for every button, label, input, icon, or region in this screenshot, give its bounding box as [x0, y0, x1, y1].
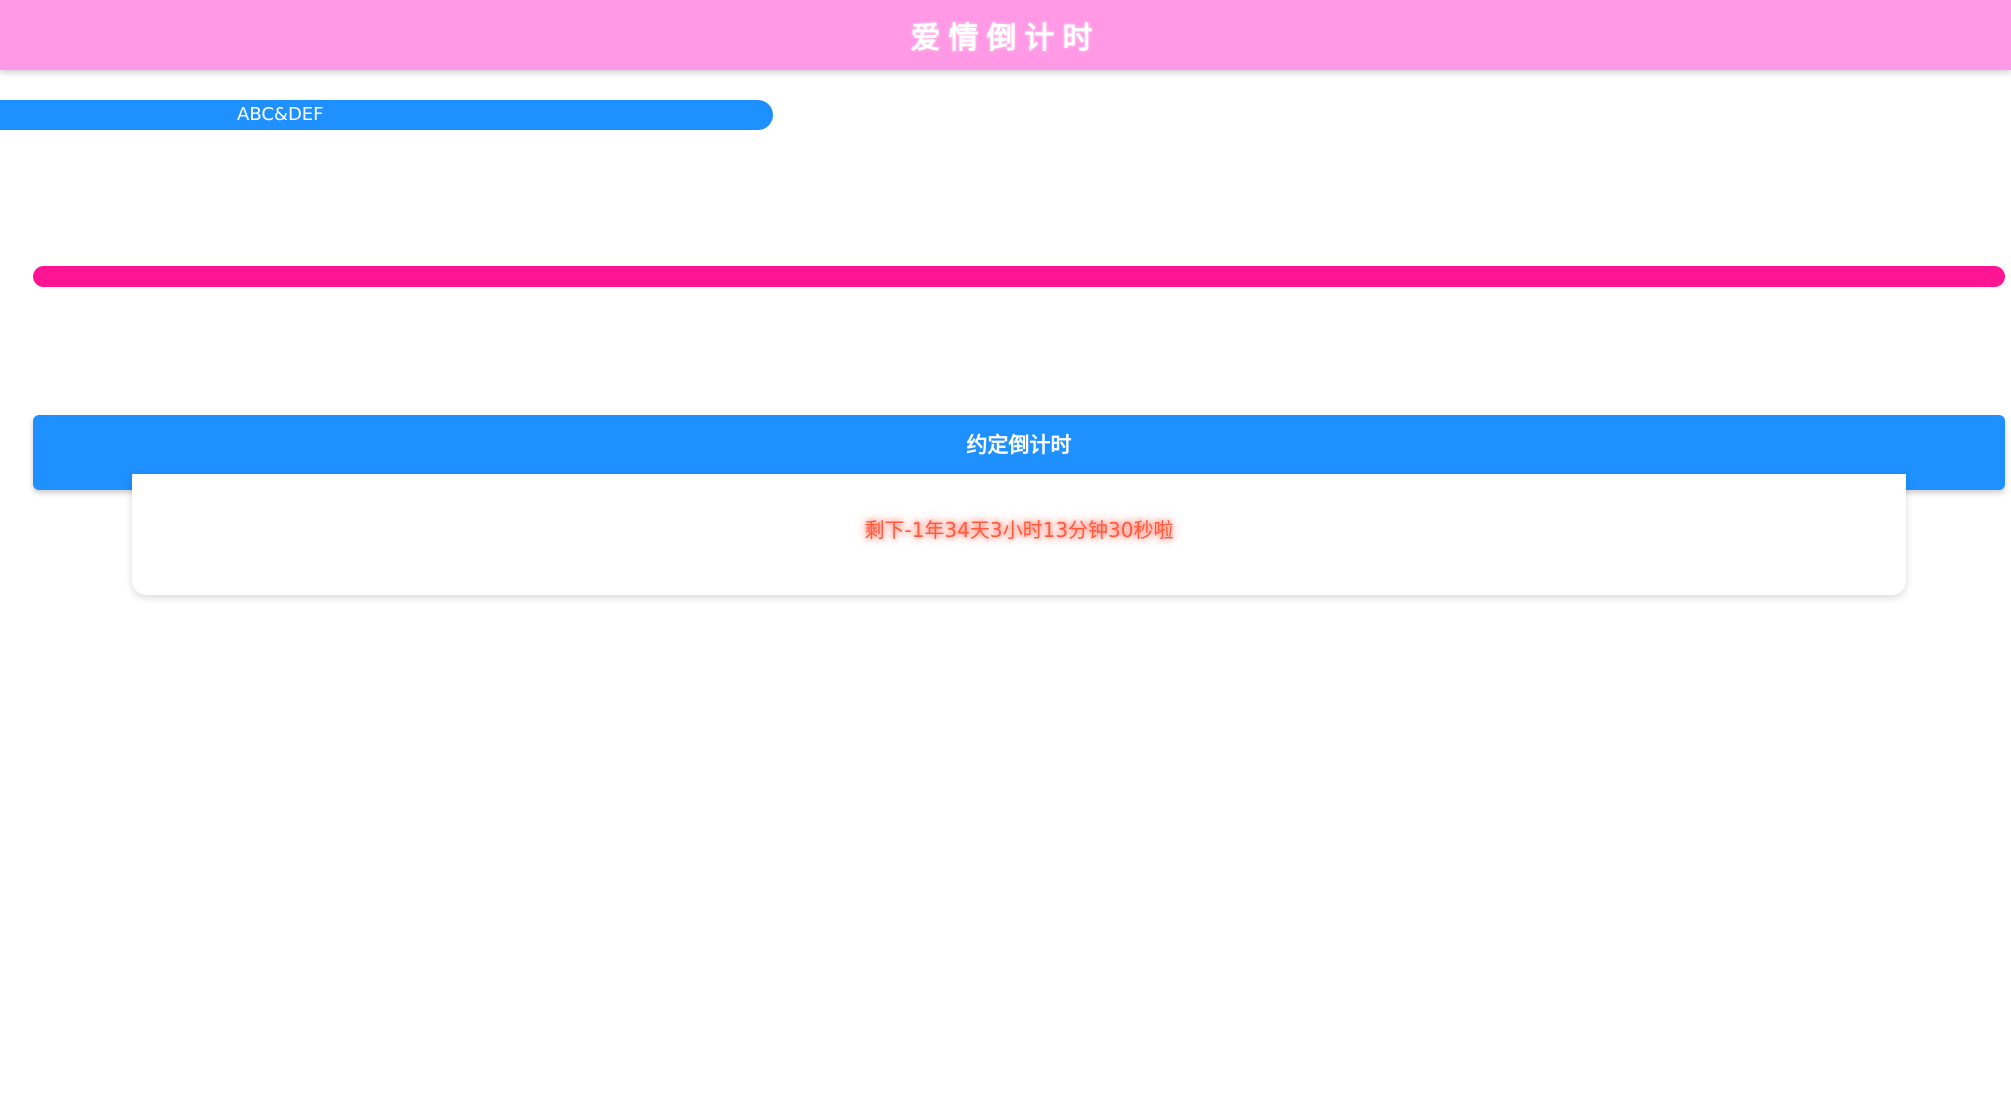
- couple-names-label: ABC&DEF: [237, 104, 324, 125]
- love-progress-bar: [33, 266, 2005, 287]
- countdown-title: 约定倒计时: [966, 433, 1072, 457]
- countdown-card: 剩下-1年34天3小时13分钟30秒啦: [132, 474, 1906, 595]
- countdown-remaining-text: 剩下-1年34天3小时13分钟30秒啦: [864, 518, 1174, 542]
- page-title: 爱情倒计时: [910, 21, 1101, 56]
- couple-names-banner: ABC&DEF: [0, 100, 773, 130]
- app-header: 爱情倒计时: [0, 0, 2011, 70]
